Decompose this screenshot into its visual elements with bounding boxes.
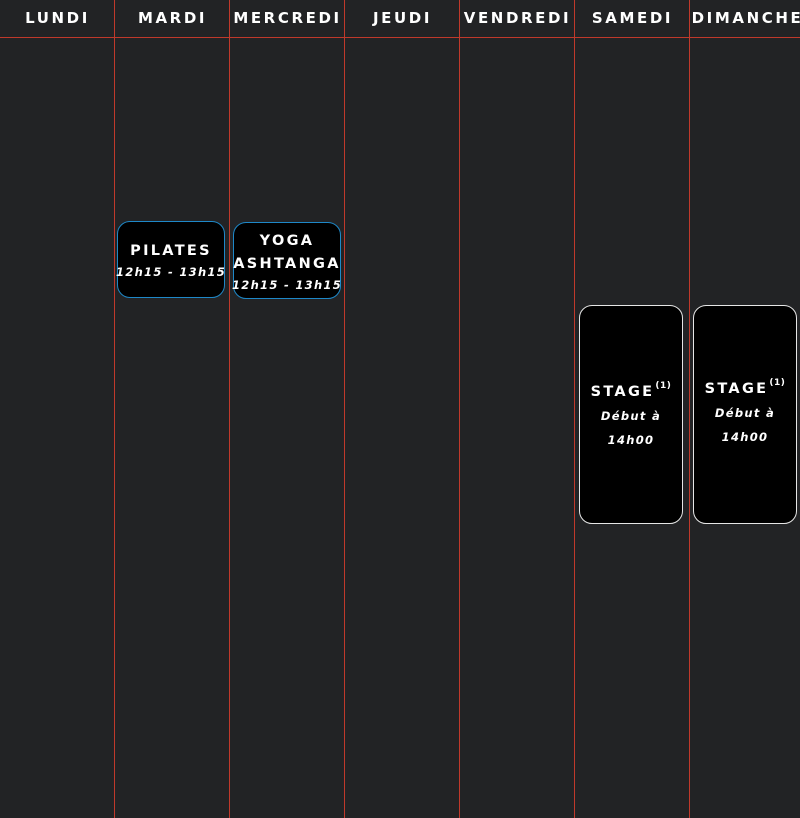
event-time: 12h15 - 13h15 (115, 265, 227, 279)
event-title-line2: ASHTANGA (233, 255, 341, 272)
event-title: STAGE(1) (704, 377, 786, 397)
event-pilates[interactable]: PILATES 12h15 - 13h15 (115, 221, 227, 298)
day-header-lundi: LUNDI (25, 9, 90, 27)
event-title: STAGE(1) (590, 380, 672, 400)
week-header: LUNDI MARDI MERCREDI JEUDI VENDREDI SAME… (0, 0, 800, 38)
event-title: PILATES (130, 243, 212, 259)
event-start-label: Début à (600, 409, 662, 424)
column-divider (114, 0, 115, 818)
event-start-time: 14h00 (607, 433, 655, 448)
footnote-marker: (1) (655, 380, 672, 391)
column-divider (574, 0, 575, 818)
column-divider (689, 0, 690, 818)
day-header-vendredi: VENDREDI (463, 9, 572, 27)
event-start-time: 14h00 (721, 430, 769, 445)
day-header-mardi: MARDI (137, 9, 208, 27)
column-divider (344, 0, 345, 818)
event-title-line1: YOGA (259, 232, 315, 249)
event-time: 12h15 - 13h15 (231, 277, 343, 292)
day-header-jeudi: JEUDI (372, 9, 433, 27)
event-yoga-ashtanga[interactable]: YOGA ASHTANGA 12h15 - 13h15 (231, 222, 343, 299)
day-header-dimanche: DIMANCHE (691, 9, 800, 27)
day-header-samedi: SAMEDI (591, 9, 674, 27)
event-stage-dimanche[interactable]: STAGE(1) Début à 14h00 (693, 305, 797, 524)
event-start-label: Début à (714, 406, 776, 421)
day-header-mercredi: MERCREDI (233, 9, 342, 27)
column-divider (459, 0, 460, 818)
event-stage-samedi[interactable]: STAGE(1) Début à 14h00 (579, 305, 683, 524)
column-divider (229, 0, 230, 818)
footnote-marker: (1) (769, 377, 786, 388)
